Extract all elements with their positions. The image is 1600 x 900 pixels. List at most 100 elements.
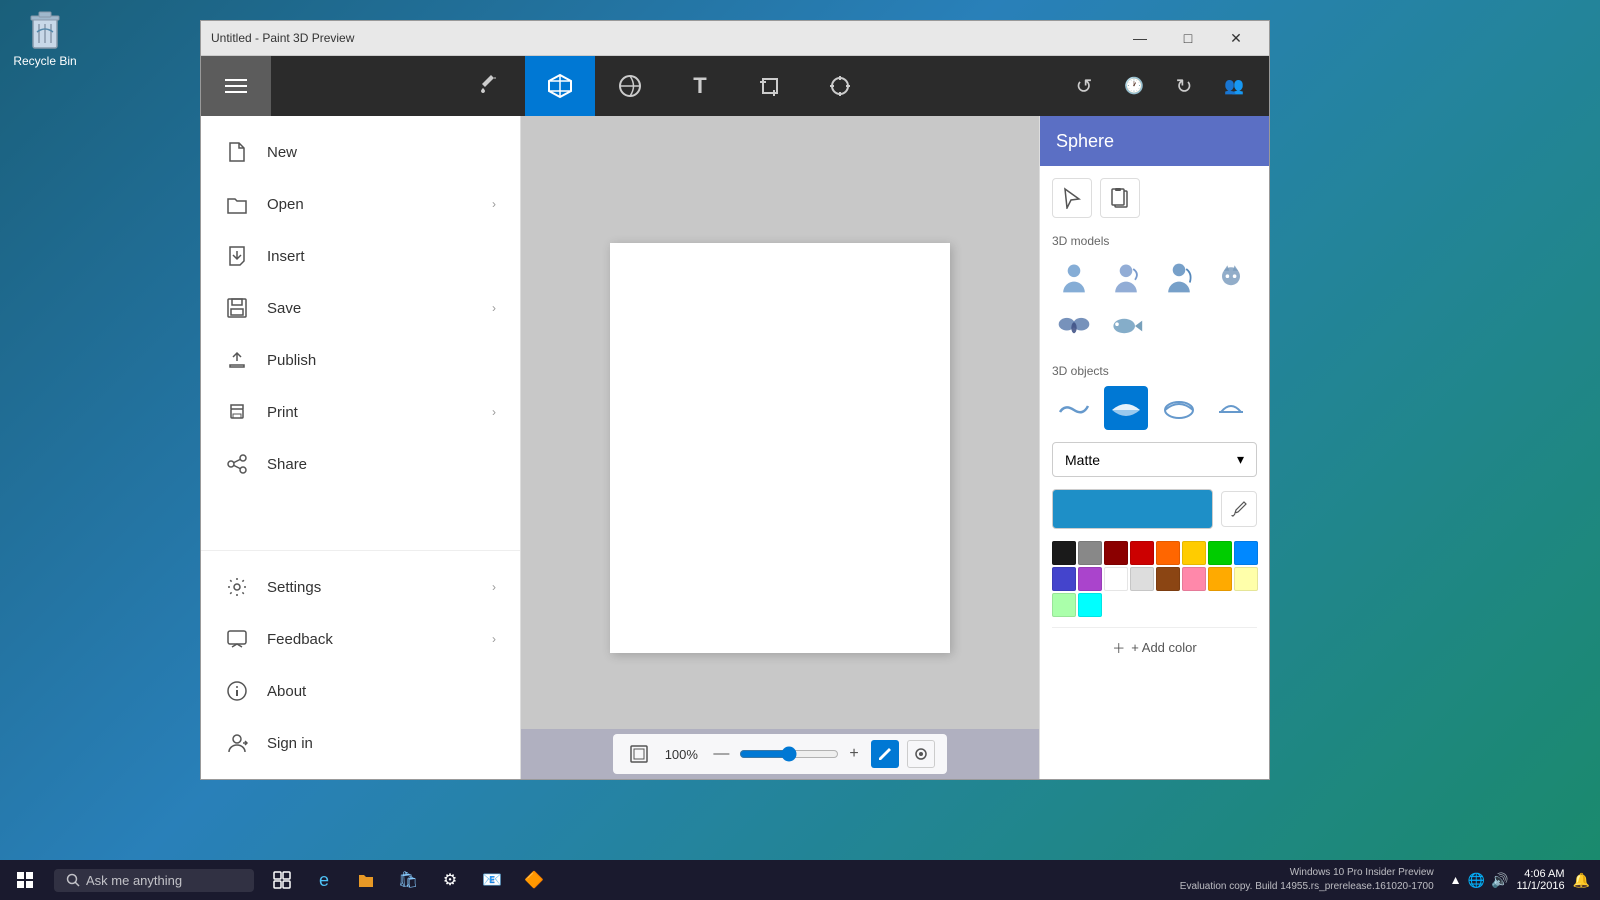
start-button[interactable] (0, 860, 50, 900)
color-swatch-darkred[interactable] (1104, 541, 1128, 565)
taskbar-right: Windows 10 Pro Insider Preview Evaluatio… (1180, 866, 1600, 894)
object-sphere[interactable] (1104, 386, 1148, 430)
menu-item-about[interactable]: About (201, 665, 520, 717)
right-panel: Sphere (1039, 116, 1269, 779)
model-bird[interactable] (1052, 304, 1096, 348)
menu-item-new[interactable]: New (201, 126, 520, 178)
color-preview-swatch[interactable] (1052, 489, 1213, 529)
recycle-bin[interactable]: Recycle Bin (10, 6, 80, 68)
edge-button[interactable]: e (304, 860, 344, 900)
crop-tool-button[interactable] (735, 56, 805, 116)
store-button[interactable]: 🛍 (388, 860, 428, 900)
3d-tool-button[interactable] (525, 56, 595, 116)
minimize-button[interactable]: — (1117, 23, 1163, 53)
open-icon (225, 192, 249, 216)
color-swatch-lightgreen[interactable] (1052, 593, 1076, 617)
file-explorer-button[interactable] (346, 860, 386, 900)
task-view-button[interactable] (262, 860, 302, 900)
color-swatch-black[interactable] (1052, 541, 1076, 565)
app7-button[interactable]: 🔶 (514, 860, 554, 900)
hamburger-icon (225, 79, 247, 93)
view-mode-button[interactable] (907, 740, 935, 768)
material-dropdown[interactable]: Matte ▾ (1052, 442, 1257, 477)
close-button[interactable]: ✕ (1213, 23, 1259, 53)
color-swatch-white[interactable] (1104, 567, 1128, 591)
color-swatch-gray[interactable] (1078, 541, 1102, 565)
zoom-slider[interactable] (739, 746, 839, 762)
sticker-tool-button[interactable] (595, 56, 665, 116)
color-swatch-yellow[interactable] (1182, 541, 1206, 565)
draw-mode-button[interactable] (871, 740, 899, 768)
color-swatch-cyan[interactable] (1078, 593, 1102, 617)
add-color-icon: ＋ (1112, 638, 1125, 657)
effects-tool-button[interactable] (805, 56, 875, 116)
color-preview-row (1052, 489, 1257, 529)
save-arrow: › (492, 301, 496, 315)
notification-icon[interactable]: 🔔 (1573, 872, 1590, 889)
objects-section-label: 3D objects (1052, 364, 1257, 378)
color-swatch-lightgray[interactable] (1130, 567, 1154, 591)
model-person1[interactable] (1052, 256, 1096, 300)
menu-item-feedback[interactable]: Feedback › (201, 613, 520, 665)
chevron-up-icon[interactable]: ▲ (1450, 873, 1462, 887)
settings-arrow: › (492, 580, 496, 594)
publish-icon (225, 348, 249, 372)
paste-tool-button[interactable] (1100, 178, 1140, 218)
model-person3[interactable] (1157, 256, 1201, 300)
canvas-area: 100% — + (521, 116, 1039, 779)
clock[interactable]: 4:06 AM 11/1/2016 (1516, 868, 1564, 892)
color-swatch-brown[interactable] (1156, 567, 1180, 591)
redo-button[interactable]: ↻ (1159, 56, 1209, 116)
object-elongated[interactable] (1157, 386, 1201, 430)
color-swatch-orange[interactable] (1156, 541, 1180, 565)
menu-item-publish[interactable]: Publish (201, 334, 520, 386)
model-fish[interactable] (1104, 304, 1148, 348)
maximize-button[interactable]: □ (1165, 23, 1211, 53)
color-swatch-pink[interactable] (1182, 567, 1206, 591)
objects-grid (1052, 386, 1257, 430)
toolbar-tools: T (271, 56, 1059, 116)
fit-screen-button[interactable] (625, 740, 653, 768)
color-swatch-darkblue[interactable] (1052, 567, 1076, 591)
canvas[interactable] (610, 243, 950, 653)
color-swatch-amber[interactable] (1208, 567, 1232, 591)
mail-button[interactable]: 📧 (472, 860, 512, 900)
model-cat[interactable] (1209, 256, 1253, 300)
object-dome[interactable] (1209, 386, 1253, 430)
menu-item-save[interactable]: Save › (201, 282, 520, 334)
color-swatch-purple[interactable] (1078, 567, 1102, 591)
menu-item-insert[interactable]: Insert (201, 230, 520, 282)
signin-icon (225, 731, 249, 755)
panel-title: Sphere (1056, 131, 1114, 152)
menu-button[interactable] (201, 56, 271, 116)
menu-item-settings[interactable]: Settings › (201, 561, 520, 613)
network-icon[interactable]: 🌐 (1468, 872, 1485, 889)
menu-item-signin[interactable]: Sign in (201, 717, 520, 769)
menu-item-open[interactable]: Open › (201, 178, 520, 230)
menu-item-print[interactable]: Print › (201, 386, 520, 438)
windows-info: Windows 10 Pro Insider Preview Evaluatio… (1180, 866, 1434, 894)
color-swatch-green[interactable] (1208, 541, 1232, 565)
zoom-plus-button[interactable]: + (845, 745, 862, 763)
brush-tool-button[interactable] (455, 56, 525, 116)
volume-icon[interactable]: 🔊 (1491, 872, 1508, 889)
effects-icon (828, 74, 852, 98)
zoom-minus-button[interactable]: — (709, 745, 733, 763)
color-swatch-red[interactable] (1130, 541, 1154, 565)
select-tool-button[interactable] (1052, 178, 1092, 218)
eyedropper-button[interactable] (1221, 491, 1257, 527)
settings-taskbar-button[interactable]: ⚙ (430, 860, 470, 900)
color-swatch-blue[interactable] (1234, 541, 1258, 565)
toolbar: T (201, 56, 1269, 116)
users-button[interactable]: 👥 (1209, 56, 1259, 116)
model-person2[interactable] (1104, 256, 1148, 300)
material-label: Matte (1065, 452, 1100, 468)
menu-item-share[interactable]: Share (201, 438, 520, 490)
text-tool-button[interactable]: T (665, 56, 735, 116)
add-color-button[interactable]: ＋ + Add color (1052, 627, 1257, 665)
color-swatch-lightyellow[interactable] (1234, 567, 1258, 591)
taskbar-search[interactable]: Ask me anything (54, 869, 254, 892)
history-button[interactable]: 🕐 (1109, 56, 1159, 116)
undo-button[interactable]: ↺ (1059, 56, 1109, 116)
object-wave[interactable] (1052, 386, 1096, 430)
